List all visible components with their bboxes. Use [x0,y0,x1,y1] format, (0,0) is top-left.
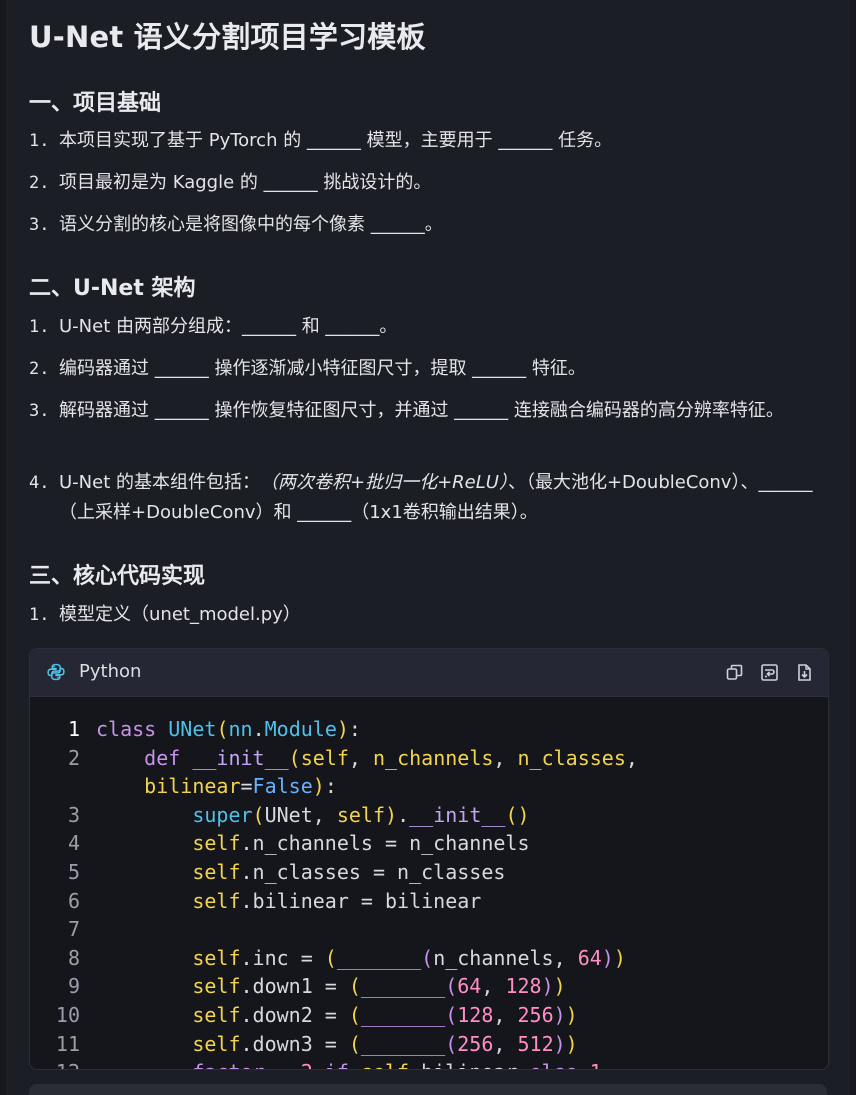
line-number: 6 [67,888,80,913]
code-language-label: Python [79,661,142,682]
code-line: 7 [30,915,828,944]
code-text: self.down1 = (_______(64, 128)) [192,974,566,999]
list-item: 2. 编码器通过 ______ 操作逐渐减小特征图尺寸，提取 ______ 特征… [29,354,819,384]
code-line: 11 self.down3 = (_______(256, 512)) [30,1030,828,1059]
left-edge [0,0,6,1095]
line-number: 5 [67,859,80,884]
code-text: self.down3 = (_______(256, 512)) [192,1031,578,1056]
item-number: 1. [29,317,50,337]
section-heading-2: 二、U-Net 架构 [29,276,196,301]
list-item: 4. U-Net 的基本组件包括：（两次卷积+批归一化+ReLU）、（最大池化+… [29,468,819,528]
right-edge [850,0,856,1095]
item-text-pre: U-Net 的基本组件包括： [59,472,260,493]
code-line: 3 super(UNet, self).__init__() [30,801,828,830]
list-item: 3. 语义分割的核心是将图像中的每个像素 ______。 [29,210,819,240]
code-block-actions [725,663,814,682]
line-number: 3 [67,802,80,827]
item-number: 3. [29,215,50,235]
line-number: 1 [67,717,80,741]
line-number: 8 [67,945,80,970]
page: U-Net 语义分割项目学习模板 一、项目基础 1. 本项目实现了基于 PyTo… [0,0,856,1095]
code-content[interactable]: 1 class UNet(nn.Module): 2 def __init__(s… [30,715,828,1069]
line-number: 2 [67,745,80,770]
item-number: 4. [29,473,50,493]
line-number: 11 [55,1031,80,1056]
item-text: 解码器通过 ______ 操作恢复特征图尺寸，并通过 ______ 连接融合编码… [59,400,784,421]
item-text: U-Net 由两部分组成：______ 和 ______。 [59,316,398,337]
line-number: 7 [67,917,80,942]
item-text-emphasis: （两次卷积+批归一化+ReLU） [260,472,508,493]
item-number: 3. [29,401,50,421]
code-text: self.down2 = (_______(128, 256)) [192,1002,578,1027]
item-text: U-Net 的基本组件包括：（两次卷积+批归一化+ReLU）、（最大池化+Dou… [29,468,819,528]
copy-icon[interactable] [725,663,744,682]
code-text: self.n_channels = n_channels [192,831,530,856]
item-number: 2. [29,173,50,193]
list-item: 1. 本项目实现了基于 PyTorch 的 ______ 模型，主要用于 ___… [29,126,819,156]
code-line: 5 self.n_classes = n_classes [30,858,828,887]
item-text: 项目最初是为 Kaggle 的 ______ 挑战设计的。 [59,172,432,193]
code-block: Python 1 class UNet(nn.Module): 2 def __i… [29,648,829,1070]
code-text: factor = 2 if self.bilinear else 1 [96,1058,816,1069]
line-number: 9 [67,974,80,999]
item-number: 2. [29,359,50,379]
code-line: 8 self.inc = (_______(n_channels, 64)) [30,944,828,973]
code-text: def __init__(self, n_channels, n_classes… [144,745,638,799]
code-text: self.bilinear = bilinear [192,888,482,913]
list-item: 1. U-Net 由两部分组成：______ 和 ______。 [29,312,819,342]
code-line: 10 self.down2 = (_______(128, 256)) [30,1001,828,1030]
page-title: U-Net 语义分割项目学习模板 [29,20,426,54]
next-block-edge [29,1084,827,1095]
code-text: super(UNet, self).__init__() [192,802,530,827]
code-line: 9 self.down1 = (_______(64, 128)) [30,972,828,1001]
code-line: 4 self.n_channels = n_channels [30,829,828,858]
download-icon[interactable] [795,663,814,682]
code-line: 12 factor = 2 if self.bilinear else 1 [30,1058,828,1069]
list-item: 2. 项目最初是为 Kaggle 的 ______ 挑战设计的。 [29,168,819,198]
wrap-icon[interactable] [760,663,779,682]
code-block-header: Python [30,649,828,697]
item-text: 模型定义（unet_model.py） [59,604,301,625]
item-text: 编码器通过 ______ 操作逐渐减小特征图尺寸，提取 ______ 特征。 [59,358,586,379]
code-line: 6 self.bilinear = bilinear [30,887,828,916]
code-text: self.inc = (_______(n_channels, 64)) [192,945,626,970]
list-item: 3. 解码器通过 ______ 操作恢复特征图尺寸，并通过 ______ 连接融… [29,396,819,426]
item-text: 本项目实现了基于 PyTorch 的 ______ 模型，主要用于 ______… [59,130,613,151]
item-number: 1. [29,131,50,151]
line-number: 12 [30,1058,80,1069]
code-text: class UNet(nn.Module): [96,717,361,741]
list-item: 1. 模型定义（unet_model.py） [29,600,819,630]
code-line: 1 class UNet(nn.Module): [30,715,828,744]
section-heading-3: 三、核心代码实现 [29,564,206,589]
python-icon [46,662,66,682]
code-text: self.n_classes = n_classes [192,859,506,884]
item-text: 语义分割的核心是将图像中的每个像素 ______。 [59,214,443,235]
line-number: 4 [67,831,80,856]
code-line: 2 def __init__(self, n_channels, n_class… [30,744,828,801]
item-number: 1. [29,605,50,625]
section-heading-1: 一、项目基础 [29,91,162,116]
line-number: 10 [55,1002,80,1027]
